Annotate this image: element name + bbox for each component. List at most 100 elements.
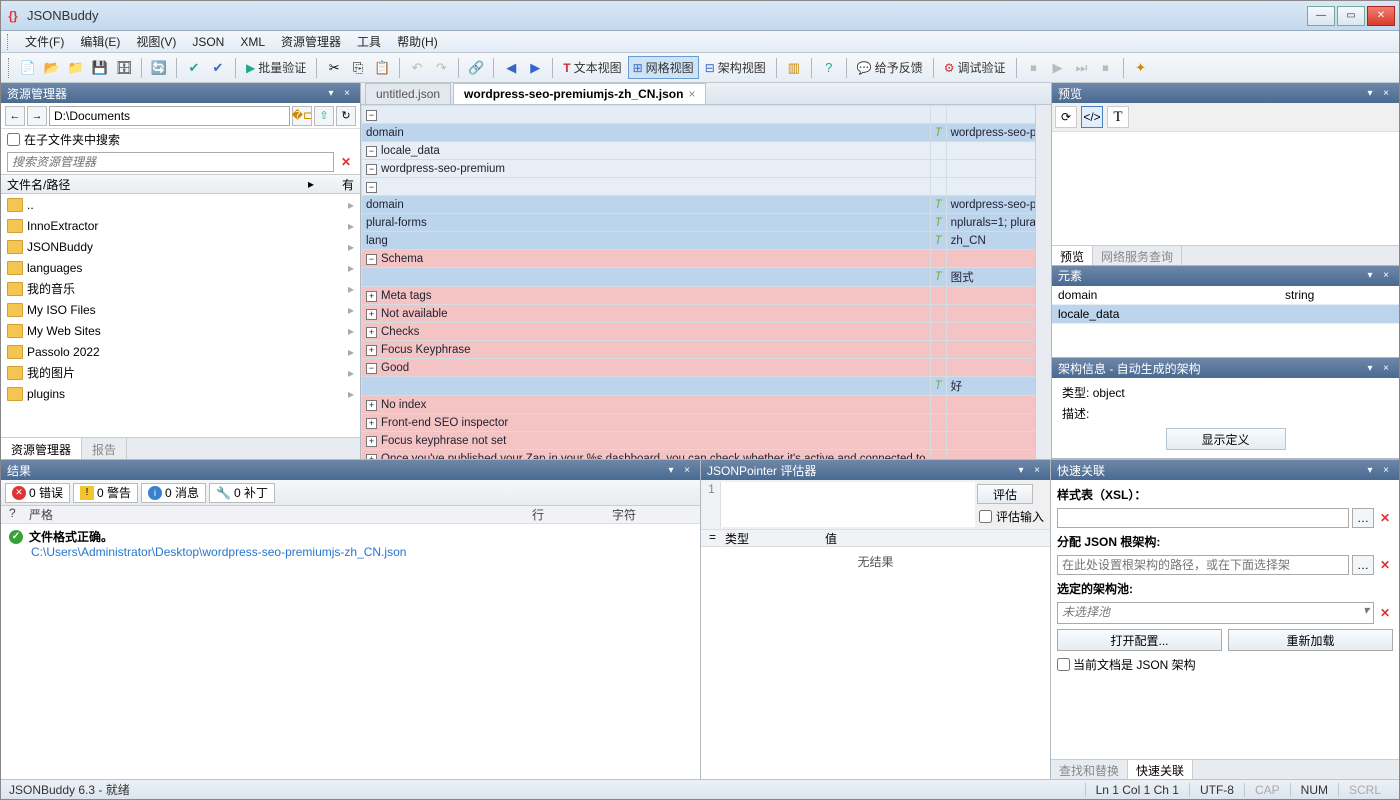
grid-row[interactable]: +Not available xyxy=(362,305,1036,323)
grid-row[interactable]: −wordpress-seo-premium180 xyxy=(362,160,1036,178)
expand-toggle-icon[interactable]: − xyxy=(366,164,377,175)
panel-close-icon[interactable]: × xyxy=(1379,269,1393,283)
close-button[interactable]: ✕ xyxy=(1367,6,1395,26)
jsonpointer-input[interactable] xyxy=(721,482,975,527)
grid-row[interactable]: +Focus keyphrase not set xyxy=(362,432,1036,450)
xsl-clear-icon[interactable]: ✕ xyxy=(1377,511,1393,525)
pool-clear-icon[interactable]: ✕ xyxy=(1377,606,1393,620)
expand-toggle-icon[interactable]: + xyxy=(366,291,377,302)
debug-step-icon[interactable]: ⏭ xyxy=(1071,57,1093,79)
pool-select[interactable]: 未选择池▾ xyxy=(1057,602,1374,624)
filter-patches[interactable]: 🔧0 补丁 xyxy=(209,483,275,503)
list-item[interactable]: ..▸ xyxy=(1,194,360,215)
file-list[interactable]: ..▸InnoExtractor▸JSONBuddy▸languages▸我的音… xyxy=(1,194,360,437)
panel-close-icon[interactable]: × xyxy=(1379,86,1393,100)
grid-row[interactable]: T图式 xyxy=(362,268,1036,287)
file-list-header[interactable]: 文件名/路径 ▸ 有 xyxy=(1,174,360,194)
grid-row[interactable]: plural-formsTnplurals=1; plural=0; xyxy=(362,214,1036,232)
panel-close-icon[interactable]: × xyxy=(340,86,354,100)
filter-warnings[interactable]: !0 警告 xyxy=(73,483,138,503)
root-browse-button[interactable]: … xyxy=(1352,555,1374,575)
nav-back-icon[interactable]: ← xyxy=(5,106,25,126)
list-item[interactable]: 我的音乐▸ xyxy=(1,278,360,299)
grid-row[interactable]: −locale_data1 xyxy=(362,142,1036,160)
menu-explorer[interactable]: 资源管理器 xyxy=(275,31,347,52)
menu-xml[interactable]: XML xyxy=(234,33,271,51)
list-item[interactable]: InnoExtractor▸ xyxy=(1,215,360,236)
panel-dropdown-icon[interactable]: ▾ xyxy=(664,463,678,477)
refresh-explorer-icon[interactable]: ↻ xyxy=(336,106,356,126)
paste-icon[interactable]: 📋 xyxy=(371,57,393,79)
grid-row[interactable]: +Focus Keyphrase xyxy=(362,341,1036,359)
expand-toggle-icon[interactable]: + xyxy=(366,309,377,320)
expand-toggle-icon[interactable]: + xyxy=(366,418,377,429)
feedback-button[interactable]: 💬给予反馈 xyxy=(853,57,927,78)
refresh-icon[interactable]: 🔄 xyxy=(148,57,170,79)
refresh-preview-icon[interactable]: ⟳ xyxy=(1055,106,1077,128)
expand-toggle-icon[interactable]: − xyxy=(366,182,377,193)
list-item[interactable]: My Web Sites▸ xyxy=(1,320,360,341)
menu-help[interactable]: 帮助(H) xyxy=(391,31,444,52)
grid-row[interactable]: langTzh_CN xyxy=(362,232,1036,250)
tab-webservice[interactable]: 网络服务查询 xyxy=(1093,246,1182,265)
result-path[interactable]: C:\Users\Administrator\Desktop\wordpress… xyxy=(9,545,692,559)
expand-toggle-icon[interactable]: + xyxy=(366,400,377,411)
editor-tab[interactable]: wordpress-seo-premiumjs-zh_CN.json× xyxy=(453,83,706,104)
link-icon[interactable]: 🔗 xyxy=(465,57,487,79)
panel-close-icon[interactable]: × xyxy=(680,463,694,477)
grip-handle[interactable] xyxy=(8,58,12,78)
grip-handle[interactable] xyxy=(7,34,11,50)
grid-row[interactable]: domainTwordpress-seo-premium xyxy=(362,196,1036,214)
grid-row[interactable]: −2 xyxy=(362,106,1036,124)
list-item[interactable]: plugins▸ xyxy=(1,383,360,404)
undo-icon[interactable]: ↶ xyxy=(406,57,428,79)
is-schema-checkbox[interactable] xyxy=(1057,658,1070,671)
panel-close-icon[interactable]: × xyxy=(1379,463,1393,477)
grid-view-button[interactable]: ⊞网格视图 xyxy=(628,56,699,79)
open-file-icon[interactable]: 📂 xyxy=(41,57,63,79)
expand-toggle-icon[interactable]: + xyxy=(366,454,377,460)
root-clear-icon[interactable]: ✕ xyxy=(1377,558,1393,572)
panel-close-icon[interactable]: × xyxy=(1379,361,1393,375)
json-grid[interactable]: −2 domainTwordpress-seo-premium −locale_da… xyxy=(361,105,1035,459)
list-item[interactable]: languages▸ xyxy=(1,257,360,278)
nav-fwd-icon[interactable]: ▶ xyxy=(524,57,546,79)
debug-end-icon[interactable]: ⏹ xyxy=(1095,57,1117,79)
xsl-browse-button[interactable]: … xyxy=(1352,508,1374,528)
evaluate-button[interactable]: 评估 xyxy=(977,484,1033,504)
debug-validate-button[interactable]: ⚙调试验证 xyxy=(940,57,1010,78)
reload-button[interactable]: 重新加载 xyxy=(1228,629,1393,651)
menu-json[interactable]: JSON xyxy=(186,33,230,51)
validate-blue-icon[interactable]: ✔ xyxy=(207,57,229,79)
editor-tab[interactable]: untitled.json xyxy=(365,83,451,104)
panel-dropdown-icon[interactable]: ▾ xyxy=(1014,463,1028,477)
help-icon[interactable]: ? xyxy=(818,57,840,79)
grid-row[interactable]: +Once you've published your Zap in your … xyxy=(362,450,1036,460)
tab-preview[interactable]: 预览 xyxy=(1052,246,1093,265)
tab-find-replace[interactable]: 查找和替换 xyxy=(1051,760,1128,779)
panel-dropdown-icon[interactable]: ▾ xyxy=(1363,361,1377,375)
panel-dropdown-icon[interactable]: ▾ xyxy=(324,86,338,100)
close-tab-icon[interactable]: × xyxy=(688,87,695,101)
save-icon[interactable]: 💾 xyxy=(89,57,111,79)
code-preview-icon[interactable]: </> xyxy=(1081,106,1103,128)
validate-green-icon[interactable]: ✔ xyxy=(183,57,205,79)
grid-row[interactable]: −3 xyxy=(362,178,1036,196)
settings-icon[interactable]: ✦ xyxy=(1130,57,1152,79)
open-config-button[interactable]: 打开配置... xyxy=(1057,629,1222,651)
clear-search-icon[interactable]: ✕ xyxy=(338,155,354,169)
panel-dropdown-icon[interactable]: ▾ xyxy=(1363,86,1377,100)
text-view-button[interactable]: T文本视图 xyxy=(559,57,625,78)
list-item[interactable]: My ISO Files▸ xyxy=(1,299,360,320)
results-body[interactable]: ✓文件格式正确。 C:\Users\Administrator\Desktop\… xyxy=(1,524,700,779)
nav-forward-icon[interactable]: → xyxy=(27,106,47,126)
menu-file[interactable]: 文件(F) xyxy=(19,31,70,52)
element-row[interactable]: locale_data xyxy=(1052,304,1399,323)
debug-stop-icon[interactable]: ⏹ xyxy=(1023,57,1045,79)
grid-row[interactable]: +No index xyxy=(362,396,1036,414)
expand-toggle-icon[interactable]: + xyxy=(366,345,377,356)
menu-view[interactable]: 视图(V) xyxy=(130,31,182,52)
open-folder-icon[interactable]: 📁 xyxy=(65,57,87,79)
menu-edit[interactable]: 编辑(E) xyxy=(74,31,126,52)
maximize-button[interactable]: ▭ xyxy=(1337,6,1365,26)
